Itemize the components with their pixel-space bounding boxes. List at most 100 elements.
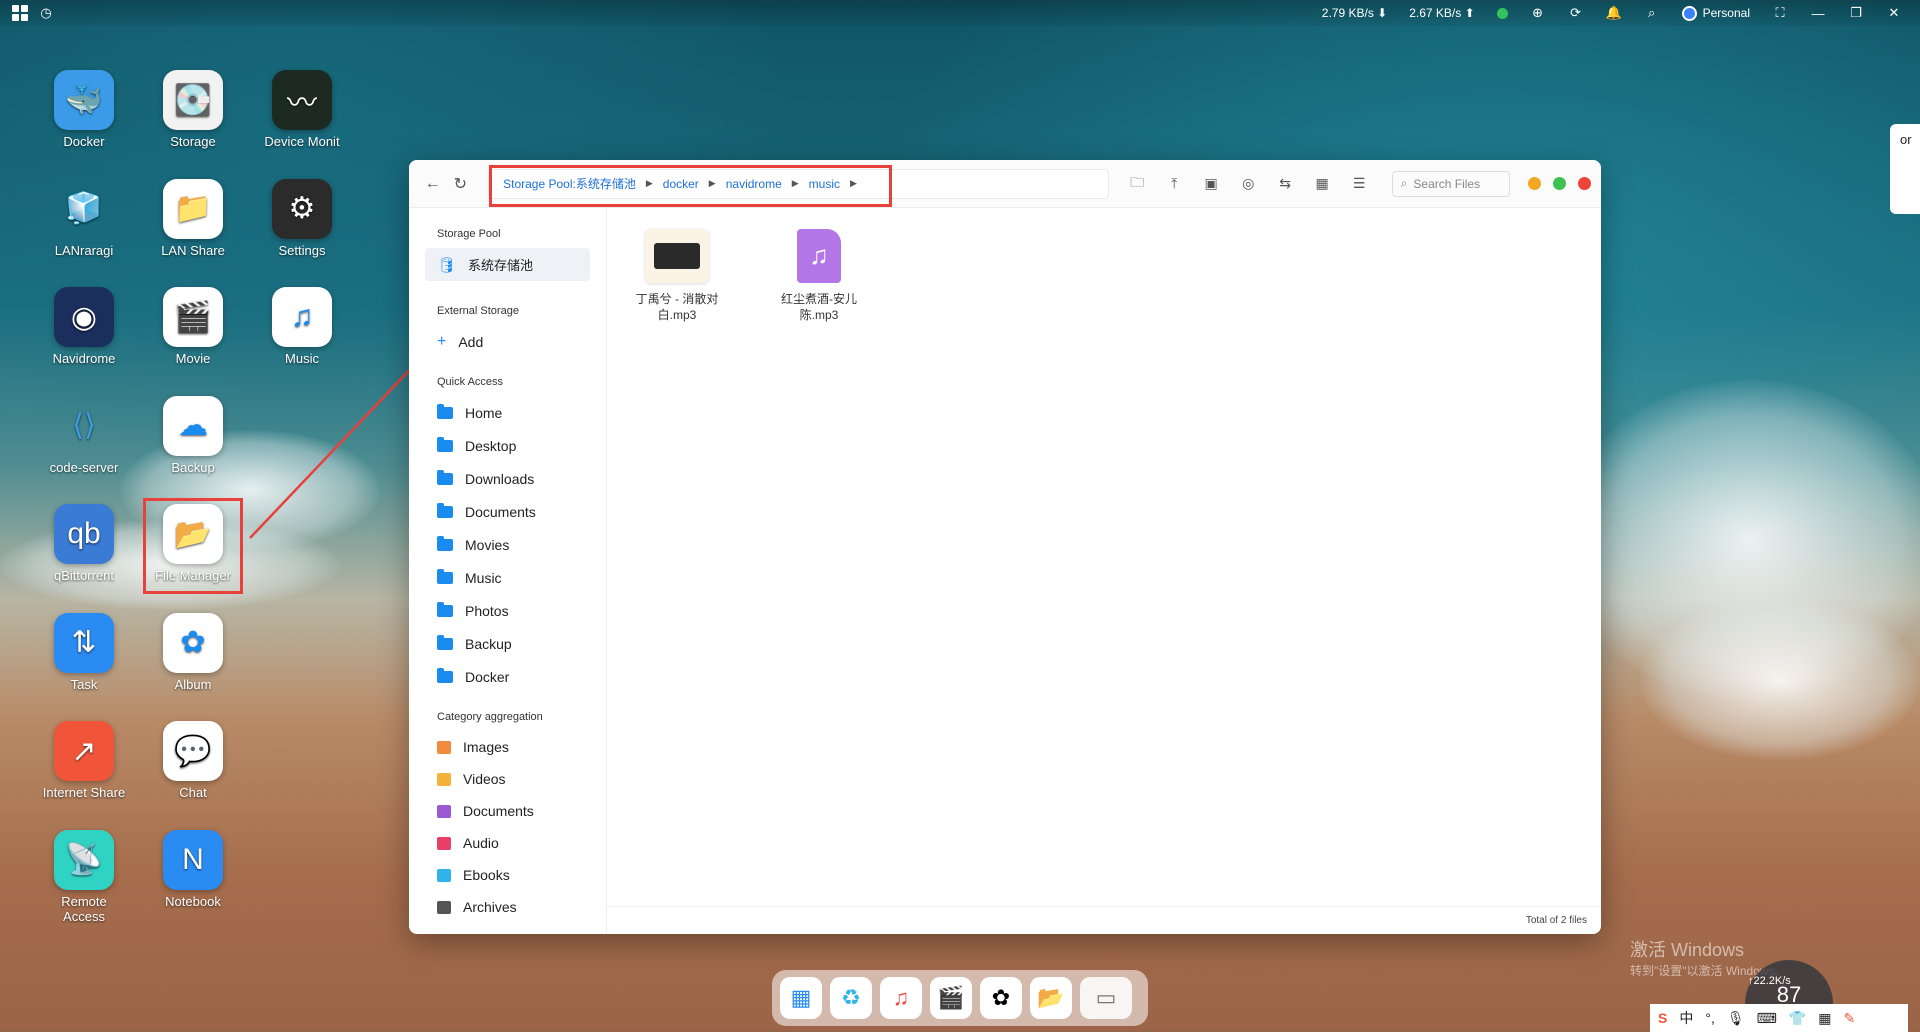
sidebar-item-label: Documents: [465, 503, 536, 520]
sidebar-category-documents[interactable]: Documents: [425, 795, 606, 827]
new-folder-icon[interactable]: 🗀: [1129, 174, 1146, 192]
plus-icon: +: [437, 332, 447, 350]
keyboard-icon[interactable]: ⌨: [1757, 1010, 1777, 1027]
images-category-icon: [437, 740, 451, 754]
sidebar-item-label: Videos: [463, 771, 506, 787]
microphone-icon[interactable]: 🎙: [1727, 1010, 1745, 1027]
gauge-speed: ↑22.2K/s: [1748, 975, 1791, 987]
close-button[interactable]: [1577, 177, 1591, 190]
sidebar-item-movies[interactable]: Movies: [425, 528, 606, 561]
file-name-ext: 白.mp3: [657, 307, 697, 322]
folder-icon: [437, 469, 453, 485]
file-name-ext: 陈.mp3: [799, 307, 839, 322]
sidebar-item-label: Backup: [465, 635, 512, 652]
sidebar-category-audio[interactable]: Audio: [425, 827, 606, 859]
dock-open-window-icon[interactable]: ▭: [1080, 977, 1132, 1019]
refresh-icon[interactable]: ↻: [447, 170, 475, 198]
file-manager-window: ← ↻ Storage Pool:系统存储池 ▶ docker ▶ navidr…: [409, 160, 1601, 934]
sidebar-item-label: Movies: [465, 536, 510, 553]
punctuation-icon[interactable]: °,: [1705, 1010, 1715, 1026]
dock-recycle-bin-icon[interactable]: ♻: [830, 977, 872, 1019]
sidebar-item-label: Ebooks: [463, 867, 510, 883]
folder-icon: [437, 502, 453, 518]
sidebar-item-docker[interactable]: Docker: [425, 660, 606, 693]
back-icon[interactable]: ←: [419, 170, 447, 198]
sidebar-item-label: Photos: [465, 602, 509, 619]
sidebar-item-label: Documents: [463, 803, 534, 819]
file-list-area: 丁禹兮 - 消散对 白.mp3 ♫ 红尘煮酒-安儿 陈.mp3 Total of…: [607, 208, 1601, 934]
search-input[interactable]: ⌕ Search Files: [1391, 170, 1510, 197]
file-item[interactable]: 丁禹兮 - 消散对 白.mp3: [632, 228, 722, 323]
side-panel-peek[interactable]: or: [1890, 124, 1920, 214]
section-quick-access: Quick Access: [437, 376, 504, 388]
sidebar-category-ebooks[interactable]: Ebooks: [425, 859, 606, 891]
sidebar-item-music[interactable]: Music: [425, 561, 606, 594]
section-category: Category aggregation: [437, 711, 543, 723]
folder-icon: [437, 403, 453, 419]
breadcrumb-highlight: [489, 165, 892, 207]
sidebar-item-downloads[interactable]: Downloads: [425, 462, 606, 495]
section-external-storage: External Storage: [437, 305, 519, 317]
archives-category-icon: [437, 900, 451, 914]
ime-language[interactable]: 中: [1679, 1008, 1693, 1028]
file-name: 丁禹兮 - 消散对: [635, 292, 719, 306]
side-panel-text: or: [1900, 132, 1912, 147]
skin-icon[interactable]: 👕: [1789, 1010, 1806, 1027]
folder-icon: [437, 436, 453, 452]
watermark-line1: 激活 Windows: [1630, 940, 1745, 960]
sidebar: Storage Pool 🛢 系统存储池 External Storage + …: [409, 208, 607, 934]
documents-category-icon: [437, 804, 451, 818]
dock-launcher-icon[interactable]: ▦: [780, 977, 822, 1019]
search-placeholder: Search Files: [1413, 176, 1481, 191]
sidebar-item-add[interactable]: + Add: [425, 325, 606, 358]
upload-folder-icon[interactable]: ▣: [1203, 175, 1220, 192]
maximize-button[interactable]: [1552, 177, 1566, 190]
cassette-icon: [644, 228, 710, 284]
sogou-icon[interactable]: S: [1658, 1010, 1667, 1026]
sidebar-item-label: Desktop: [465, 437, 517, 454]
videos-category-icon: [437, 772, 451, 786]
grid-view-icon[interactable]: ▦: [1314, 175, 1331, 192]
dock: ▦ ♻ ♫ 🎬 ✿ 📂 ▭: [772, 970, 1148, 1026]
sidebar-item-label: Archives: [463, 899, 517, 915]
hide-icon[interactable]: ◎: [1240, 175, 1257, 192]
sidebar-category-videos[interactable]: Videos: [425, 763, 606, 795]
sidebar-item-label: Downloads: [465, 470, 535, 487]
dock-album-icon[interactable]: ✿: [980, 977, 1022, 1019]
sort-icon[interactable]: ☰: [1351, 175, 1368, 192]
folder-icon: [437, 535, 453, 551]
folder-icon: [437, 601, 453, 617]
sidebar-category-images[interactable]: Images: [425, 731, 606, 763]
sidebar-item-backup[interactable]: Backup: [425, 627, 606, 660]
ebooks-category-icon: [437, 868, 451, 882]
sidebar-item-label: Music: [465, 569, 502, 586]
audio-category-icon: [437, 836, 451, 850]
sidebar-item-label: Home: [465, 404, 503, 421]
file-item[interactable]: ♫ 红尘煮酒-安儿 陈.mp3: [774, 228, 864, 323]
dock-music-icon[interactable]: ♫: [880, 977, 922, 1019]
audio-file-icon: ♫: [786, 228, 852, 284]
file-name: 红尘煮酒-安儿: [781, 292, 857, 306]
sidebar-item-label: Audio: [463, 835, 499, 851]
share-icon[interactable]: ⇆: [1277, 175, 1294, 192]
folder-icon: [437, 568, 453, 584]
minimize-button[interactable]: [1527, 177, 1541, 190]
sidebar-item-desktop[interactable]: Desktop: [425, 429, 606, 462]
sidebar-item-storage-pool[interactable]: 🛢 系统存储池: [425, 248, 590, 281]
toolbox-icon[interactable]: ▦: [1818, 1010, 1831, 1027]
search-icon: ⌕: [1400, 176, 1408, 190]
sidebar-item-documents[interactable]: Documents: [425, 495, 606, 528]
ime-toolbar: S 中 °, 🎙 ⌨ 👕 ▦ ✎: [1650, 1004, 1908, 1032]
dock-movie-icon[interactable]: 🎬: [930, 977, 972, 1019]
sidebar-item-label: 系统存储池: [468, 258, 534, 273]
sidebar-item-photos[interactable]: Photos: [425, 594, 606, 627]
sidebar-item-label: Images: [463, 739, 509, 755]
dock-file-manager-icon[interactable]: 📂: [1030, 977, 1072, 1019]
sidebar-category-archives[interactable]: Archives: [425, 891, 606, 923]
upload-icon[interactable]: ⤒: [1166, 175, 1183, 192]
status-bar: Total of 2 files: [607, 906, 1601, 934]
more-icon[interactable]: ✎: [1844, 1010, 1856, 1027]
sidebar-item-home[interactable]: Home: [425, 396, 606, 429]
folder-icon: [437, 667, 453, 683]
folder-icon: [437, 634, 453, 650]
